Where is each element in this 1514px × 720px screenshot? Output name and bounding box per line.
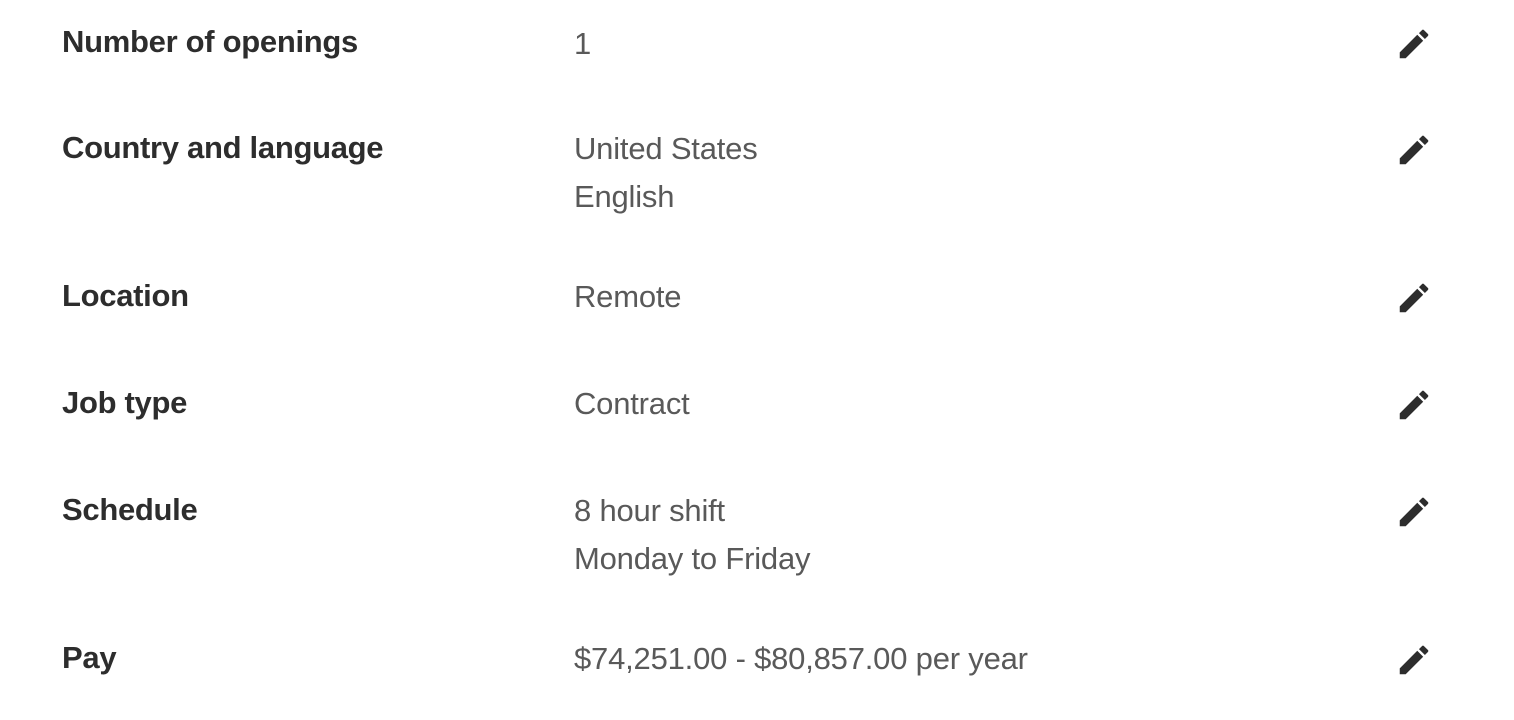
field-values: Remote bbox=[574, 273, 682, 321]
field-label: Schedule bbox=[62, 492, 198, 527]
field-value: 1 bbox=[574, 26, 592, 61]
field-value: Monday to Friday bbox=[574, 541, 811, 576]
field-label: Location bbox=[62, 278, 189, 313]
field-value: 8 hour shift bbox=[574, 493, 725, 528]
field-values: United States English bbox=[574, 125, 758, 221]
pencil-icon bbox=[1399, 283, 1429, 313]
pencil-icon bbox=[1399, 497, 1429, 527]
field-label: Pay bbox=[62, 640, 117, 675]
field-value: Remote bbox=[574, 279, 682, 314]
field-label: Country and language bbox=[62, 130, 384, 165]
pencil-icon bbox=[1399, 645, 1429, 675]
edit-job-type-button[interactable] bbox=[1394, 385, 1434, 425]
field-label: Number of openings bbox=[62, 24, 358, 59]
pencil-icon bbox=[1399, 390, 1429, 420]
field-values: 1 bbox=[574, 20, 591, 68]
field-values: $74,251.00 - $80,857.00 per year bbox=[574, 635, 1028, 683]
pencil-icon bbox=[1399, 135, 1429, 165]
field-values: Contract bbox=[574, 380, 690, 428]
field-value: United States bbox=[574, 131, 758, 166]
edit-country-and-language-button[interactable] bbox=[1394, 130, 1434, 170]
field-value: $74,251.00 - $80,857.00 per year bbox=[574, 641, 1028, 676]
field-values: 8 hour shift Monday to Friday bbox=[574, 487, 810, 583]
field-value: English bbox=[574, 179, 675, 214]
field-value: Contract bbox=[574, 386, 690, 421]
edit-pay-button[interactable] bbox=[1394, 640, 1434, 680]
field-label: Job type bbox=[62, 385, 188, 420]
edit-schedule-button[interactable] bbox=[1394, 492, 1434, 532]
edit-number-of-openings-button[interactable] bbox=[1394, 24, 1434, 64]
pencil-icon bbox=[1399, 29, 1429, 59]
edit-location-button[interactable] bbox=[1394, 278, 1434, 318]
